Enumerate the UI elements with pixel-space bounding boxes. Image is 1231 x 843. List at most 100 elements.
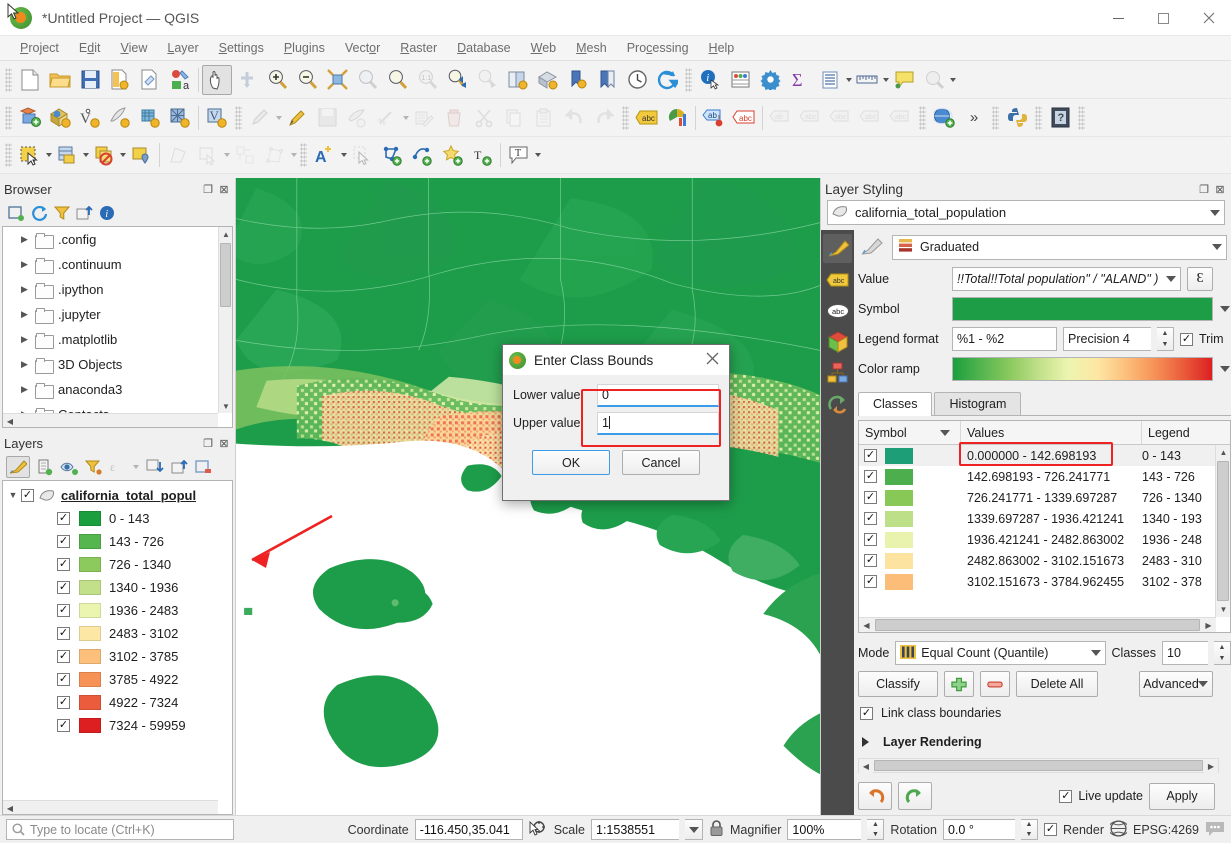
delete-selected-icon[interactable] <box>439 103 469 133</box>
select-value-chevron-down-icon[interactable] <box>950 78 956 82</box>
tab-3d-view[interactable] <box>823 327 852 356</box>
filter-legend-icon[interactable] <box>85 459 102 475</box>
layer-styling-close-icon[interactable]: ⊠ <box>1213 183 1227 196</box>
new-print-layout-icon[interactable] <box>135 65 165 95</box>
toolbar-grip-6[interactable] <box>919 106 926 130</box>
menu-web[interactable]: Web <box>521 39 566 57</box>
chevron-down-icon[interactable] <box>1212 244 1222 250</box>
class-values[interactable]: 1936.421241 - 2482.863002 <box>961 533 1142 547</box>
class-visibility-checkbox[interactable]: ✓ <box>864 575 877 588</box>
toolbar-grip-4[interactable] <box>235 106 242 130</box>
map-tips-icon[interactable] <box>889 65 919 95</box>
toolbar-grip-7[interactable] <box>992 106 999 130</box>
class-visibility-checkbox[interactable]: ✓ <box>864 554 877 567</box>
redo-icon[interactable] <box>589 103 619 133</box>
classes-table[interactable]: Symbol Values Legend ✓0.000000 - 142.698… <box>858 420 1231 633</box>
identify-features-icon[interactable]: i <box>695 65 725 95</box>
layer-legend-item[interactable]: ✓2483 - 3102 <box>5 622 230 645</box>
vertex-tool-current-icon[interactable] <box>193 140 223 170</box>
layers-tree[interactable]: ▼ ✓ california_total_popul ✓0 - 143✓143 … <box>2 480 233 815</box>
cut-features-icon[interactable] <box>469 103 499 133</box>
symbol-chevron-down-icon[interactable] <box>1219 306 1231 312</box>
lower-value-input[interactable]: 0 <box>597 384 719 407</box>
scroll-up-arrow-icon[interactable]: ▲ <box>219 227 233 241</box>
classes-count-stepper[interactable]: ▲▼ <box>1214 641 1231 665</box>
class-color-swatch[interactable] <box>885 490 913 506</box>
classes-table-row[interactable]: ✓3102.151673 - 3784.9624553102 - 378 <box>859 571 1230 592</box>
expression-editor-button[interactable]: Ɛ <box>1187 267 1213 291</box>
layers-horizontal-scrollbar[interactable]: ◀ ▶ <box>3 800 218 814</box>
browser-vertical-scrollbar[interactable]: ▲ ▼ <box>218 227 232 413</box>
classes-table-row[interactable]: ✓1339.697287 - 1936.4212411340 - 193 <box>859 508 1230 529</box>
layer-visibility-checkbox[interactable]: ✓ <box>21 489 34 502</box>
zoom-to-selection-icon[interactable] <box>352 65 382 95</box>
tab-labels[interactable]: abc <box>823 265 852 294</box>
chevron-right-icon[interactable]: ▶ <box>21 309 33 320</box>
menu-project[interactable]: Project <box>10 39 69 57</box>
class-color-swatch[interactable] <box>885 574 913 590</box>
label-icon[interactable]: abc <box>632 103 662 133</box>
manage-visibility-icon[interactable] <box>60 460 78 475</box>
add-mesh-layer-icon[interactable] <box>165 103 195 133</box>
multi-edit-icon[interactable] <box>409 103 439 133</box>
save-project-icon[interactable] <box>75 65 105 95</box>
legend-visibility-checkbox[interactable]: ✓ <box>57 512 70 525</box>
text-annotation-chevron-down-icon[interactable] <box>535 153 541 157</box>
zoom-last-icon[interactable] <box>442 65 472 95</box>
precision-stepper[interactable]: ▲▼ <box>1157 327 1174 351</box>
class-values[interactable]: 1339.697287 - 1936.421241 <box>961 512 1142 526</box>
scroll-left-arrow-icon[interactable]: ◀ <box>859 759 873 773</box>
menu-raster[interactable]: Raster <box>390 39 447 57</box>
menu-view[interactable]: View <box>110 39 157 57</box>
live-update-checkbox[interactable]: ✓ <box>1059 790 1072 803</box>
add-point-annotation-icon[interactable] <box>437 140 467 170</box>
deselect-icon[interactable] <box>89 140 119 170</box>
temporal-controller-icon[interactable] <box>622 65 652 95</box>
refresh-icon[interactable] <box>31 205 48 221</box>
class-color-swatch[interactable] <box>885 553 913 569</box>
layer-root-row[interactable]: ▼ ✓ california_total_popul <box>5 483 230 507</box>
measure-menu-icon[interactable] <box>815 65 845 95</box>
chevron-down-icon[interactable] <box>1210 210 1220 216</box>
classify-button[interactable]: Classify <box>858 671 938 697</box>
menu-edit[interactable]: Edit <box>69 39 111 57</box>
maximize-button[interactable] <box>1141 0 1186 36</box>
toolbar-grip-11[interactable] <box>300 143 307 167</box>
browser-item[interactable]: ▶.config <box>3 227 218 252</box>
measure-line-icon[interactable] <box>852 65 882 95</box>
delete-class-button[interactable] <box>980 671 1010 697</box>
layer-legend-item[interactable]: ✓1340 - 1936 <box>5 576 230 599</box>
classes-table-row[interactable]: ✓142.698193 - 726.241771143 - 726 <box>859 466 1230 487</box>
rotate-label-icon[interactable]: abc <box>856 103 886 133</box>
tab-diagrams[interactable] <box>823 358 852 387</box>
chevron-down-icon[interactable]: ▼ <box>5 490 21 500</box>
class-visibility-checkbox[interactable]: ✓ <box>864 470 877 483</box>
zoom-native-icon[interactable]: 1:1 <box>412 65 442 95</box>
open-layer-styling-icon[interactable] <box>6 456 30 478</box>
legend-format-input[interactable]: %1 - %2 <box>952 327 1057 351</box>
zoom-in-icon[interactable] <box>262 65 292 95</box>
browser-item[interactable]: ▶Contacts <box>3 402 218 413</box>
coordinate-capture-icon[interactable] <box>529 819 548 841</box>
tab-classes[interactable]: Classes <box>858 392 932 416</box>
undo-style-button[interactable] <box>858 782 892 810</box>
add-line-annotation-icon[interactable] <box>407 140 437 170</box>
add-raster-layer-icon[interactable] <box>45 103 75 133</box>
toolbar-overflow-icon[interactable]: » <box>959 103 989 133</box>
chevron-right-icon[interactable]: ▶ <box>21 284 33 295</box>
annotation-text-icon[interactable]: A <box>310 140 340 170</box>
scale-chevron-down-icon[interactable] <box>685 819 703 840</box>
redo-style-button[interactable] <box>898 782 932 810</box>
browser-item[interactable]: ▶.matplotlib <box>3 327 218 352</box>
zoom-next-icon[interactable] <box>472 65 502 95</box>
precision-spinbox[interactable]: Precision 4 <box>1063 327 1151 351</box>
toolbar-grip-10[interactable] <box>5 143 12 167</box>
magnifier-input[interactable]: 100% <box>787 819 861 840</box>
toggle-editing-icon[interactable] <box>282 103 312 133</box>
browser-item[interactable]: ▶anaconda3 <box>3 377 218 402</box>
paste-features-icon[interactable] <box>529 103 559 133</box>
color-ramp-preview[interactable] <box>952 357 1213 381</box>
vertex-tool-icon[interactable] <box>163 140 193 170</box>
class-color-swatch[interactable] <box>885 469 913 485</box>
legend-visibility-checkbox[interactable]: ✓ <box>57 535 70 548</box>
